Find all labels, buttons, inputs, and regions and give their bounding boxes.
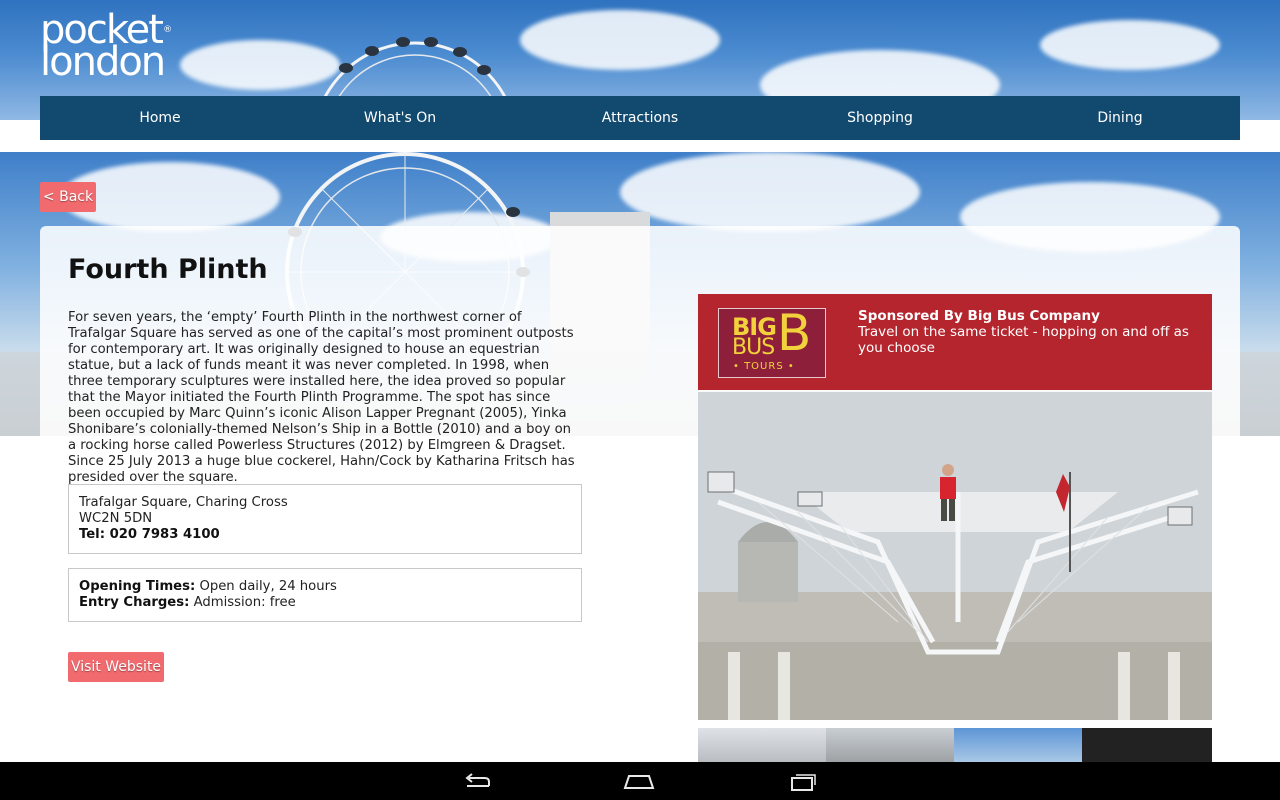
thumbnail-strip	[698, 728, 1212, 762]
thumbnail-3[interactable]	[954, 728, 1082, 762]
home-icon[interactable]	[623, 770, 655, 792]
back-button[interactable]: < Back	[40, 182, 96, 212]
sponsor-banner[interactable]: BIG BUS B • TOURS • Sponsored By Big Bus…	[698, 294, 1212, 390]
address-box: Trafalgar Square, Charing Cross WC2N 5DN…	[68, 484, 582, 554]
registered-mark: ®	[163, 25, 173, 35]
opening-times: Opening Times: Open daily, 24 hours	[79, 579, 337, 594]
nav-item-attractions[interactable]: Attractions	[520, 96, 760, 140]
nav-item-home[interactable]: Home	[40, 96, 280, 140]
sponsor-title: Sponsored By Big Bus Company	[858, 308, 1100, 324]
nav-item-whats-on[interactable]: What's On	[280, 96, 520, 140]
main-navigation: Home What's On Attractions Shopping Dini…	[40, 96, 1240, 140]
address-line-1: Trafalgar Square, Charing Cross	[79, 495, 288, 510]
opening-details-box: Opening Times: Open daily, 24 hours Entr…	[68, 568, 582, 622]
recent-apps-icon[interactable]	[786, 770, 818, 792]
entry-charges: Entry Charges: Admission: free	[79, 595, 296, 610]
visit-website-button[interactable]: Visit Website	[68, 652, 164, 682]
back-arrow-icon[interactable]	[461, 770, 493, 792]
nav-item-dining[interactable]: Dining	[1000, 96, 1240, 140]
system-navigation-bar	[0, 762, 1280, 800]
attraction-description: For seven years, the ‘empty’ Fourth Plin…	[68, 310, 575, 485]
page-title: Fourth Plinth	[68, 254, 268, 285]
attraction-photo[interactable]	[698, 392, 1212, 720]
phone-number: Tel: 020 7983 4100	[79, 527, 220, 542]
address-postcode: WC2N 5DN	[79, 511, 153, 526]
thumbnail-4[interactable]	[1082, 728, 1212, 762]
thumbnail-2[interactable]	[826, 728, 954, 762]
thumbnail-1[interactable]	[698, 728, 826, 762]
pocket-london-logo[interactable]: pocket london ®	[40, 10, 172, 85]
logo-line-2: london	[40, 39, 166, 85]
nav-item-shopping[interactable]: Shopping	[760, 96, 1000, 140]
sponsor-text: Travel on the same ticket - hopping on a…	[858, 324, 1189, 356]
big-bus-tours-logo: BIG BUS B • TOURS •	[718, 308, 826, 378]
